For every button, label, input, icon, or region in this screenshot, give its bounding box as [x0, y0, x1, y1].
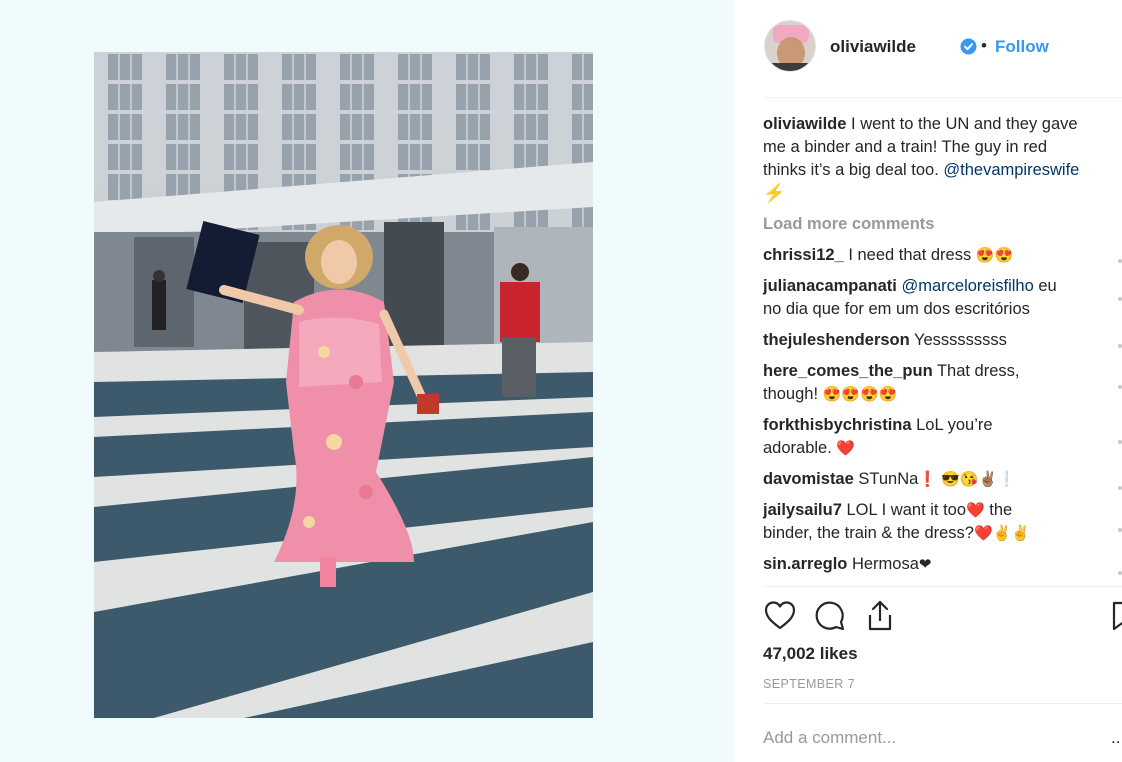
comment-emoji: ❤️✌️✌️ [973, 525, 1030, 542]
comment: thejuleshenderson Yesssssssss [763, 329, 1122, 352]
caption-mention[interactable]: @thevampireswife [943, 161, 1079, 179]
divider [764, 97, 1122, 98]
comment-emoji: ❗ 😎😘✌🏽❕ [918, 471, 1016, 488]
comment-options-dot[interactable] [1118, 486, 1122, 490]
comment-emoji: ❤ [918, 556, 932, 573]
comment-text: STunNa [853, 470, 919, 488]
heart-emoji: ❤️ [836, 440, 856, 457]
comment: davomistae STunNa❗ 😎😘✌🏽❕ [763, 468, 1122, 491]
comment-text-line2: adorable. [763, 439, 837, 457]
caption-username[interactable]: oliviawilde [763, 115, 846, 133]
comment-text-line2: binder, the train & the dress? [763, 524, 974, 542]
separator-dot: • [981, 36, 987, 55]
comment-emoji: 😍😍 [975, 247, 1014, 264]
comment-text: That dress, [932, 362, 1020, 380]
divider [764, 703, 1122, 704]
comment-username[interactable]: julianacampanati [763, 277, 897, 295]
comment-text-line2: though! [763, 385, 823, 403]
comment-text: LOL I want it too [841, 501, 967, 519]
post-author-username[interactable]: oliviawilde [830, 37, 916, 57]
comment-options-dot[interactable] [1118, 259, 1122, 263]
more-options-button[interactable]: ... [1111, 728, 1122, 748]
post-caption: oliviawilde I went to the UN and they ga… [763, 113, 1122, 204]
load-more-comments-button[interactable]: Load more comments [763, 212, 1122, 236]
comment: sin.arreglo Hermosa❤ [763, 553, 1122, 576]
comment-options-dot[interactable] [1118, 385, 1122, 389]
comment-options-dot[interactable] [1118, 571, 1122, 575]
comment-text: Hermosa [847, 555, 919, 573]
comment-mention[interactable]: @marceloreisfilho [897, 277, 1033, 295]
comment-username[interactable]: forkthisbychristina [763, 416, 912, 434]
comment-options-dot[interactable] [1118, 344, 1122, 348]
comment-text-2: the [984, 501, 1013, 519]
comment-text: Yesssssssss [909, 331, 1007, 349]
caption-text-line2: me a binder and a train! The guy in red [763, 138, 1048, 156]
heart-emoji: ❤️ [966, 502, 985, 519]
post-photo[interactable] [94, 52, 593, 718]
post-date[interactable]: SEPTEMBER 7 [763, 677, 855, 691]
comment-text-line2: no dia que for em um dos escritórios [763, 300, 1030, 318]
comment-list: oliviawilde I went to the UN and they ga… [763, 113, 1122, 584]
share-icon[interactable] [862, 598, 898, 634]
comment-emoji: 😍😍😍😍 [822, 386, 898, 403]
comment: forkthisbychristina LoL you’re adorable.… [763, 414, 1122, 460]
comment: julianacampanati @marceloreisfilho eu no… [763, 275, 1122, 321]
comment: here_comes_the_pun That dress, though! 😍… [763, 360, 1122, 406]
comment-options-dot[interactable] [1118, 528, 1122, 532]
comment-username[interactable]: chrissi12_ [763, 246, 844, 264]
caption-emoji: ⚡ [763, 183, 786, 203]
heart-icon[interactable] [762, 598, 798, 634]
post-details-panel: oliviawilde • Follow oliviawilde I went … [734, 0, 1122, 762]
follow-button[interactable]: Follow [995, 37, 1049, 57]
comment-icon[interactable] [812, 598, 848, 634]
divider [764, 586, 1122, 587]
comment-text: LoL you’re [911, 416, 993, 434]
add-comment-input[interactable]: Add a comment... [763, 728, 1083, 748]
action-bar [762, 598, 1122, 638]
comment-options-dot[interactable] [1118, 297, 1122, 301]
comment-username[interactable]: davomistae [763, 470, 854, 488]
comment: jailysailu7 LOL I want it too❤️ the bind… [763, 499, 1122, 545]
photo-backdrop [0, 0, 734, 762]
comment-text: eu [1033, 277, 1057, 295]
comment-username[interactable]: jailysailu7 [763, 501, 842, 519]
like-count[interactable]: 47,002 likes [763, 644, 858, 664]
caption-text-line1: I went to the UN and they gave [846, 115, 1078, 133]
comment-username[interactable]: sin.arreglo [763, 555, 847, 573]
comment-text: I need that dress [843, 246, 976, 264]
verified-badge-icon [960, 38, 977, 55]
caption-text-line3: thinks it’s a big deal too. [763, 161, 944, 179]
post-header: oliviawilde • Follow [764, 20, 1122, 74]
bookmark-icon[interactable] [1110, 598, 1122, 634]
comment-username[interactable]: thejuleshenderson [763, 331, 910, 349]
comment-options-dot[interactable] [1118, 440, 1122, 444]
comment-username[interactable]: here_comes_the_pun [763, 362, 933, 380]
avatar[interactable] [764, 20, 816, 72]
comment: chrissi12_ I need that dress 😍😍 [763, 244, 1122, 267]
